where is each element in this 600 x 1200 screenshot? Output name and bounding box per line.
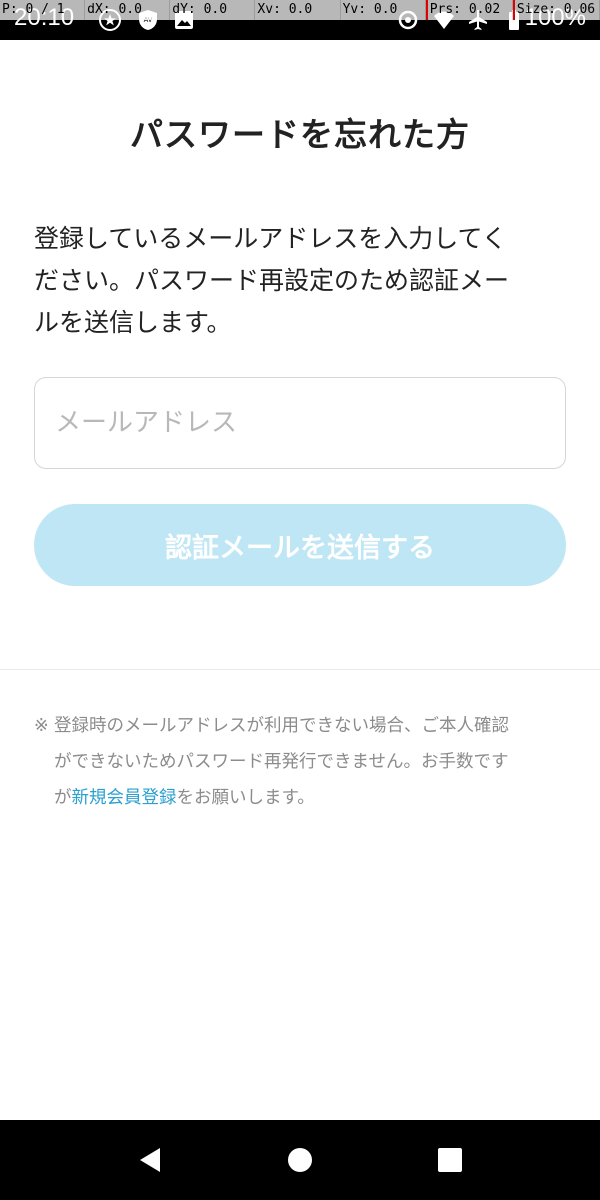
navigation-bar <box>0 1120 600 1200</box>
debug-pointer: P: 0 / 1 <box>0 0 86 20</box>
forgot-password-screen: 20:10 AV 100% P: 0 / 1 dX: 0.0 dY: 0.0 X… <box>0 0 600 1200</box>
note-suffix: をお願いします。 <box>176 788 315 808</box>
debug-dy: dY: 0.0 <box>170 0 256 20</box>
back-icon[interactable] <box>136 1146 164 1174</box>
note-line: ができないためパスワード再発行できません。お手数です <box>54 752 509 772</box>
debug-size: Size: 0.06 <box>512 0 600 20</box>
instructions-line: ルを送信します。 <box>34 308 232 337</box>
instructions-line: ださい。パスワード再設定のため認証メー <box>34 266 510 295</box>
note-line: 登録時のメールアドレスが利用できない場合、ご本人確認 <box>54 716 509 736</box>
note-prefix: が <box>54 788 72 808</box>
debug-xv: Xv: 0.0 <box>255 0 341 20</box>
debug-yv: Yv: 0.0 <box>341 0 426 20</box>
email-field[interactable] <box>34 377 566 469</box>
new-member-registration-link[interactable]: 新規会員登録 <box>72 788 177 808</box>
instructions-line: 登録しているメールアドレスを入力してく <box>34 224 507 253</box>
instructions-text: 登録しているメールアドレスを入力してく ださい。パスワード再設定のため認証メー … <box>34 218 568 344</box>
note-line: が新規会員登録をお願いします。 <box>54 780 568 816</box>
home-icon[interactable] <box>286 1146 314 1174</box>
debug-prs: Prs: 0.02 <box>425 0 513 20</box>
divider <box>0 669 600 670</box>
debug-dx: dX: 0.0 <box>85 0 171 20</box>
note-body: 登録時のメールアドレスが利用できない場合、ご本人確認 ができないためパスワード再… <box>34 708 568 816</box>
page-title: パスワードを忘れた方 <box>130 115 470 154</box>
recents-icon[interactable] <box>436 1146 464 1174</box>
email-input[interactable] <box>35 378 565 468</box>
note-text: ※ 登録時のメールアドレスが利用できない場合、ご本人確認 ができないためパスワー… <box>34 708 568 816</box>
note-mark: ※ <box>34 716 49 736</box>
send-auth-email-button[interactable]: 認証メールを送信する <box>34 504 566 586</box>
pointer-location-overlay: P: 0 / 1 dX: 0.0 dY: 0.0 Xv: 0.0 Yv: 0.0… <box>0 0 600 20</box>
